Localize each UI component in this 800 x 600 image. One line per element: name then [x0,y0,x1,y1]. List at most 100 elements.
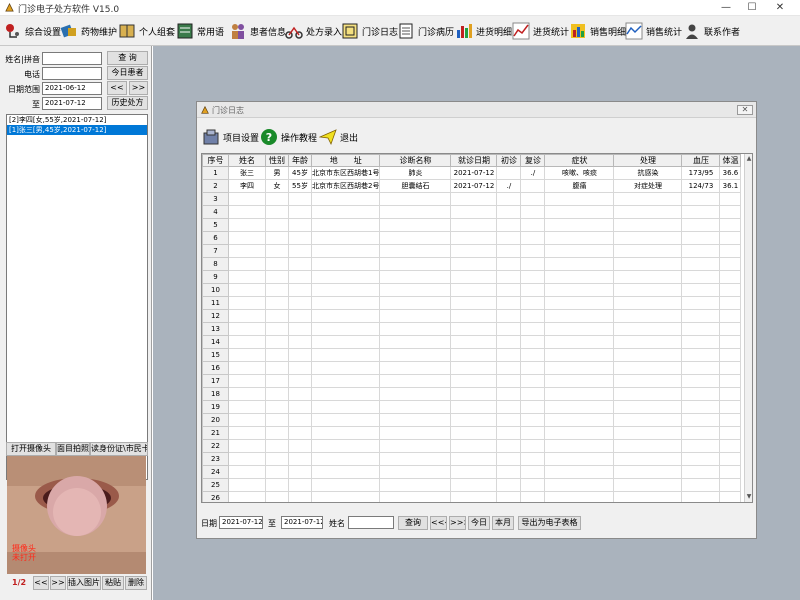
table-cell[interactable] [613,205,683,219]
table-row[interactable]: 6 [202,231,742,245]
table-cell[interactable] [520,296,546,310]
table-cell[interactable] [613,465,683,479]
table-cell[interactable] [719,374,742,388]
table-cell[interactable] [450,231,498,245]
table-cell[interactable] [520,231,546,245]
patient-list-item-selected[interactable]: [1]张三[男,45岁,2021-07-12] [7,125,147,135]
table-cell[interactable] [265,361,289,375]
table-cell[interactable] [310,452,381,466]
table-cell[interactable] [613,478,683,492]
table-cell[interactable] [310,491,381,502]
table-cell[interactable] [288,452,312,466]
table-cell[interactable] [544,322,615,336]
table-cell[interactable] [265,205,289,219]
table-row[interactable]: 2 李四女 55岁 北京市东区西胡巷2号 胆囊结石 2021-07-12 ./ 腹痛 对症处理 1… [202,179,742,193]
table-cell[interactable] [288,335,312,349]
project-settings-button[interactable]: 项目设置 [202,126,259,148]
table-cell[interactable]: ./ [496,179,522,193]
table-cell[interactable] [681,439,721,453]
table-cell[interactable] [310,335,381,349]
table-cell[interactable] [228,374,266,388]
table-cell[interactable] [496,374,522,388]
toolbar-drug-maintenance[interactable]: 药物维护 [60,20,117,42]
table-cell[interactable] [681,257,721,271]
table-cell[interactable] [310,374,381,388]
table-cell[interactable] [496,231,522,245]
table-row[interactable]: 10 [202,283,742,297]
table-cell[interactable] [544,387,615,401]
column-header[interactable]: 诊断名称 [379,154,452,167]
table-cell[interactable] [544,296,615,310]
table-cell[interactable] [520,426,546,440]
table-cell[interactable] [288,231,312,245]
clinic-log-grid[interactable]: 序号 姓名 性别 年龄地 址诊断名称 就诊日期 初诊 复诊 症状 处理 血压 体温 1 张三男 45岁北… [201,153,753,503]
table-cell[interactable] [379,296,452,310]
table-cell[interactable] [379,192,452,206]
table-cell[interactable] [520,309,546,323]
table-cell[interactable] [544,218,615,232]
table-cell[interactable] [719,231,742,245]
column-header[interactable]: 姓名 [228,154,266,167]
table-cell[interactable] [681,348,721,362]
query-button[interactable]: 查 询 [107,51,148,65]
table-cell[interactable] [520,205,546,219]
table-cell[interactable] [681,270,721,284]
table-cell[interactable] [520,452,546,466]
table-cell[interactable] [310,257,381,271]
table-cell[interactable] [613,296,683,310]
table-cell[interactable]: 45岁 [288,166,312,180]
table-cell[interactable] [520,374,546,388]
table-cell[interactable] [228,452,266,466]
column-header[interactable]: 年龄 [288,154,312,167]
table-cell[interactable] [310,192,381,206]
date-from-input[interactable]: 2021-06-12 [42,82,102,95]
image-next-button[interactable]: >> [50,576,66,590]
table-cell[interactable] [520,335,546,349]
maximize-button[interactable]: ☐ [738,0,766,16]
table-cell[interactable] [265,257,289,271]
table-cell[interactable]: 36.1 [719,179,742,193]
column-header[interactable]: 体温 [719,154,742,167]
table-cell[interactable] [613,348,683,362]
table-cell[interactable] [265,296,289,310]
table-cell[interactable] [681,478,721,492]
today-patients-button[interactable]: 今日患者 [107,66,148,80]
table-cell[interactable] [228,478,266,492]
table-row[interactable]: 17 [202,374,742,388]
table-cell[interactable] [520,439,546,453]
column-header[interactable]: 地 址 [310,154,381,167]
table-cell[interactable] [288,192,312,206]
table-cell[interactable] [288,270,312,284]
toolbar-clinic-records[interactable]: 门诊病历 [397,20,454,42]
table-cell[interactable] [450,413,498,427]
table-cell[interactable] [719,426,742,440]
table-row[interactable]: 13 [202,322,742,336]
column-header[interactable]: 性别 [265,154,289,167]
table-cell[interactable] [450,374,498,388]
table-cell[interactable] [379,244,452,258]
table-cell[interactable]: 北京市东区西胡巷1号 [310,166,381,180]
table-cell[interactable] [613,387,683,401]
table-cell[interactable] [613,322,683,336]
table-cell[interactable] [496,361,522,375]
table-cell[interactable] [288,283,312,297]
table-cell[interactable] [496,478,522,492]
table-cell[interactable] [719,257,742,271]
table-cell[interactable] [265,478,289,492]
table-cell[interactable] [310,296,381,310]
paste-button[interactable]: 粘贴 [102,576,124,590]
table-cell[interactable] [265,400,289,414]
table-cell[interactable] [544,400,615,414]
table-cell[interactable] [719,387,742,401]
table-cell[interactable] [379,270,452,284]
table-cell[interactable] [613,335,683,349]
table-cell[interactable] [288,491,312,502]
table-cell[interactable] [288,218,312,232]
table-cell[interactable] [719,244,742,258]
table-cell[interactable] [613,231,683,245]
table-cell[interactable] [288,387,312,401]
table-cell[interactable] [310,205,381,219]
toolbar-purchase-detail[interactable]: 进货明细 [455,20,512,42]
table-cell[interactable] [310,348,381,362]
table-cell[interactable] [310,387,381,401]
